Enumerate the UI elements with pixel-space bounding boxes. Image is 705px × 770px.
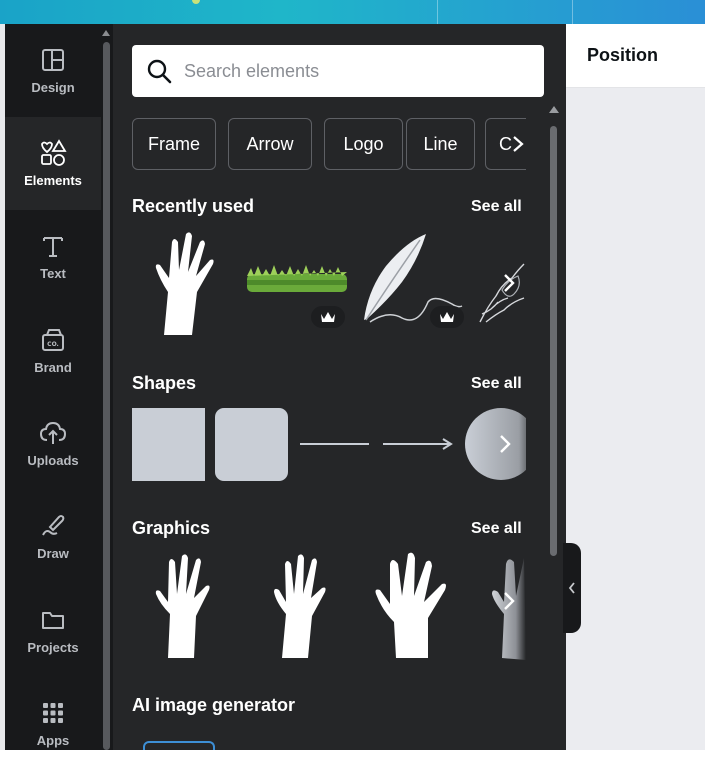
arrow-line-shape[interactable]	[381, 408, 454, 481]
chevron-right-icon	[504, 274, 515, 292]
premium-crown-icon	[430, 306, 464, 328]
section-title-recent: Recently used	[132, 196, 255, 216]
side-rail: Design Elements Text CO. Brand Uploads D…	[5, 24, 101, 750]
rail-item-text[interactable]: Text	[5, 210, 101, 303]
search-input[interactable]	[184, 60, 514, 82]
panel-scrollbar[interactable]	[548, 106, 560, 750]
scroll-right-button[interactable]	[490, 429, 520, 459]
toolbar-indicator	[192, 0, 200, 4]
rail-scrollbar[interactable]	[101, 24, 113, 750]
elements-panel: Frame Arrow Logo Line C Recently used Se…	[113, 24, 566, 750]
search-box[interactable]	[132, 45, 544, 97]
chip-more[interactable]: C	[485, 118, 526, 170]
rail-item-label: Design	[31, 80, 75, 95]
apps-grid-icon	[39, 699, 67, 727]
shapes-icon	[39, 139, 67, 167]
rail-item-uploads[interactable]: Uploads	[5, 397, 101, 490]
chip-frame[interactable]: Frame	[132, 118, 216, 170]
rail-item-apps[interactable]: Apps	[5, 677, 101, 770]
see-all-graphics-link[interactable]: See all	[471, 520, 522, 538]
svg-text:CO.: CO.	[47, 341, 59, 348]
rail-item-label: Elements	[24, 173, 82, 188]
chevron-right-icon	[500, 435, 511, 453]
rail-item-label: Draw	[37, 546, 69, 561]
cloud-upload-icon	[39, 419, 67, 447]
brand-icon: CO.	[39, 326, 67, 354]
rail-item-projects[interactable]: Projects	[5, 584, 101, 677]
canvas-area	[566, 88, 705, 750]
chip-line[interactable]: Line	[406, 118, 475, 170]
folder-icon	[39, 606, 67, 634]
chip-logo[interactable]: Logo	[324, 118, 403, 170]
scroll-right-button[interactable]	[494, 586, 524, 616]
recent-items-row	[132, 230, 526, 340]
line-shape[interactable]	[298, 408, 371, 481]
shapes-row	[132, 408, 526, 482]
raised-hand-graphic[interactable]	[152, 230, 222, 335]
square-shape[interactable]	[132, 408, 205, 481]
chevron-right-icon	[504, 592, 515, 610]
see-all-recent-link[interactable]: See all	[471, 198, 522, 216]
hand-graphic[interactable]	[272, 552, 330, 660]
rail-item-label: Brand	[34, 360, 72, 375]
rail-item-design[interactable]: Design	[5, 24, 101, 117]
scrollbar-thumb[interactable]	[103, 42, 110, 750]
sketch-hand-graphic[interactable]	[478, 230, 526, 330]
scrollbar-thumb[interactable]	[550, 126, 557, 556]
rail-item-label: Apps	[36, 733, 70, 748]
circle-shape[interactable]	[464, 408, 526, 481]
rounded-square-shape[interactable]	[215, 408, 288, 481]
category-chips: Frame Arrow Logo Line C	[132, 118, 526, 170]
chevron-right-icon	[513, 136, 524, 152]
scroll-up-arrow-icon[interactable]	[102, 30, 110, 36]
toolbar-divider	[572, 0, 573, 24]
text-icon	[39, 232, 67, 260]
ai-generator-card[interactable]	[143, 741, 215, 750]
hand-graphic[interactable]	[154, 552, 212, 660]
position-panel-header: Position	[566, 24, 705, 88]
rail-item-elements[interactable]: Elements	[5, 117, 101, 210]
grass-strip-graphic[interactable]	[245, 230, 349, 330]
scroll-up-arrow-icon[interactable]	[549, 106, 559, 113]
search-icon	[147, 59, 172, 84]
rail-item-label: Uploads	[27, 453, 79, 468]
open-palm-graphic[interactable]	[372, 552, 452, 660]
hand-graphic[interactable]	[490, 552, 526, 660]
draw-icon	[39, 512, 67, 540]
toolbar-divider	[437, 0, 438, 24]
top-toolbar	[0, 0, 705, 24]
premium-crown-icon	[311, 306, 345, 328]
section-title-ai: AI image generator	[132, 695, 296, 715]
graphics-row	[132, 552, 526, 660]
section-title-shapes: Shapes	[132, 373, 197, 393]
position-title[interactable]: Position	[587, 45, 658, 66]
scroll-right-button[interactable]	[494, 268, 524, 298]
section-title-graphics: Graphics	[132, 518, 211, 538]
chip-arrow[interactable]: Arrow	[228, 118, 312, 170]
chevron-left-icon	[568, 582, 575, 594]
see-all-shapes-link[interactable]: See all	[471, 375, 522, 393]
rail-item-draw[interactable]: Draw	[5, 490, 101, 583]
collapse-panel-button[interactable]	[563, 543, 581, 633]
quill-pen-graphic[interactable]	[358, 230, 464, 330]
rail-item-brand[interactable]: CO. Brand	[5, 304, 101, 397]
rail-item-label: Text	[40, 266, 66, 281]
layout-icon	[39, 46, 67, 74]
rail-item-label: Projects	[27, 640, 79, 655]
